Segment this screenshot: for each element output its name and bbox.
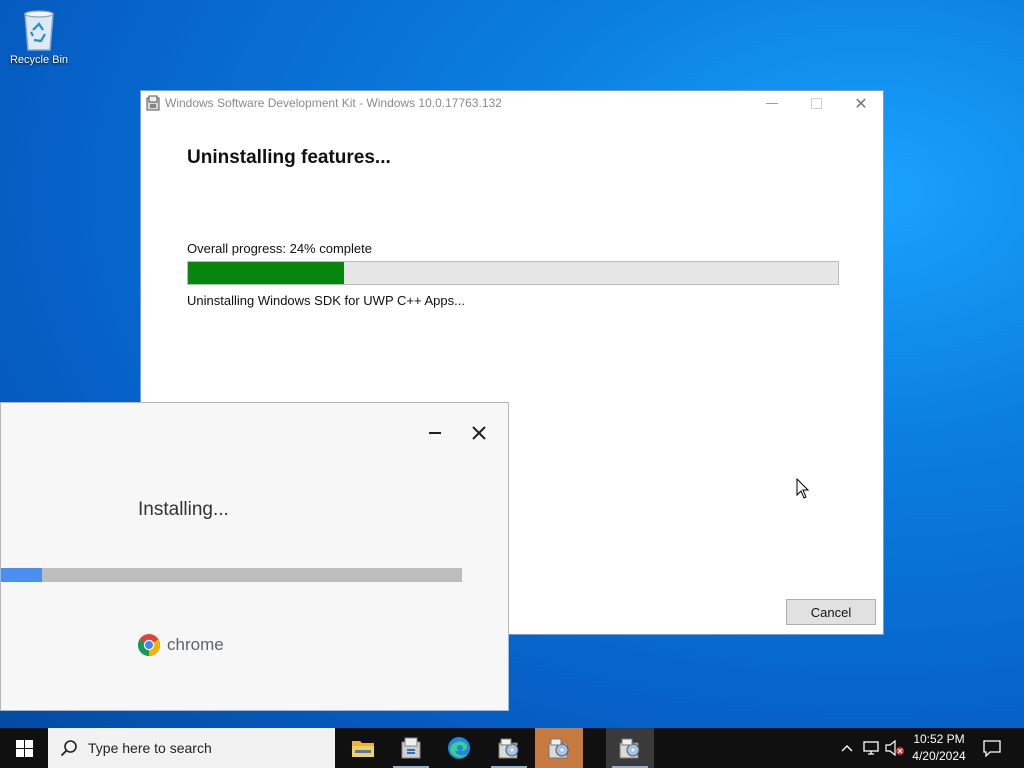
network-status-button[interactable]	[860, 728, 882, 768]
taskbar-search[interactable]	[48, 728, 335, 768]
search-input[interactable]	[86, 739, 310, 757]
windows-logo-icon	[15, 739, 33, 757]
notification-icon	[983, 739, 1001, 757]
mouse-pointer-icon	[796, 477, 810, 504]
cancel-button[interactable]: Cancel	[786, 599, 876, 625]
network-icon	[863, 741, 879, 755]
recycle-bin-label: Recycle Bin	[9, 54, 69, 66]
clock-time: 10:52 PM	[913, 732, 965, 746]
chrome-wordmark: chrome	[167, 635, 224, 654]
taskbar-installer-1[interactable]	[485, 728, 533, 768]
close-icon	[472, 426, 486, 440]
chrome-installer-window: Installing... chrome	[0, 402, 509, 711]
close-icon: ✕	[854, 93, 868, 113]
recycle-bin-icon	[19, 8, 59, 52]
taskbar-sdk-setup[interactable]	[387, 728, 435, 768]
minimize-icon	[429, 432, 441, 434]
installer-icon	[498, 738, 519, 759]
sdk-setup-icon	[401, 737, 421, 759]
edge-icon	[448, 737, 470, 759]
taskbar-installer-3[interactable]	[606, 728, 654, 768]
overall-progress-bar	[187, 261, 839, 285]
page-title: Uninstalling features...	[187, 147, 391, 168]
recycle-bin-shortcut[interactable]: Recycle Bin	[6, 8, 72, 66]
overall-progress-fill	[188, 262, 344, 284]
sdk-title-bar[interactable]: Windows Software Development Kit - Windo…	[141, 91, 883, 115]
chrome-minimize-button[interactable]	[420, 421, 450, 445]
maximize-icon	[810, 97, 822, 109]
close-button[interactable]: ✕	[838, 91, 884, 115]
taskbar-file-explorer[interactable]	[339, 728, 387, 768]
start-button[interactable]	[0, 728, 48, 768]
show-hidden-icons-button[interactable]	[838, 728, 856, 768]
overall-progress-label: Overall progress: 24% complete	[187, 241, 372, 256]
file-explorer-icon	[352, 741, 374, 757]
chrome-progress-fill	[1, 568, 43, 582]
chrome-logo-icon	[138, 634, 160, 656]
taskbar-installer-2[interactable]	[535, 728, 583, 768]
chrome-close-button[interactable]	[464, 421, 494, 445]
volume-muted-icon	[885, 740, 904, 756]
chrome-progress-bar	[1, 568, 462, 582]
uninstall-status-text: Uninstalling Windows SDK for UWP C++ App…	[187, 293, 465, 308]
minimize-icon: —	[765, 95, 779, 111]
sdk-setup-icon	[145, 95, 161, 111]
taskbar-clock[interactable]: 10:52 PM 4/20/2024	[904, 731, 974, 765]
chrome-install-status: Installing...	[138, 499, 229, 520]
taskbar: 10:52 PM 4/20/2024	[0, 728, 1024, 768]
chrome-brand: chrome	[137, 633, 224, 657]
taskbar-edge[interactable]	[435, 728, 483, 768]
installer-icon	[548, 738, 569, 759]
clock-date: 4/20/2024	[912, 749, 966, 763]
volume-button[interactable]	[884, 728, 906, 768]
action-center-button[interactable]	[978, 728, 1006, 768]
search-icon	[60, 740, 77, 757]
sdk-window-title: Windows Software Development Kit - Windo…	[165, 96, 502, 110]
maximize-button[interactable]	[793, 91, 839, 115]
installer-icon	[619, 738, 640, 759]
chevron-up-icon	[841, 745, 853, 752]
minimize-button[interactable]: —	[749, 91, 795, 115]
